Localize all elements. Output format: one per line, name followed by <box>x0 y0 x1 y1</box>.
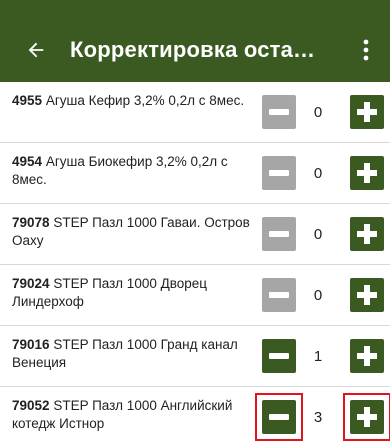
plus-icon <box>357 224 377 244</box>
decrement-button[interactable] <box>262 95 296 129</box>
list-item: 79016 STEP Пазл 1000 Гранд канал Венеция… <box>0 326 390 387</box>
increment-button[interactable] <box>350 217 384 251</box>
item-code: 79024 <box>12 276 50 291</box>
item-code: 4955 <box>12 93 43 108</box>
minus-icon <box>269 109 289 115</box>
item-label: 79078 STEP Пазл 1000 Гаваи. Остров Оаху <box>12 214 252 250</box>
increment-button[interactable] <box>350 278 384 312</box>
back-button[interactable] <box>8 18 64 82</box>
increment-button[interactable] <box>350 156 384 190</box>
overflow-menu-button[interactable] <box>348 18 384 82</box>
item-label: 79052 STEP Пазл 1000 Английский котедж И… <box>12 397 252 433</box>
quantity-value: 1 <box>313 347 323 365</box>
app-bar: Корректировка оста… <box>0 18 390 82</box>
page-title: Корректировка оста… <box>70 37 316 62</box>
quantity-value: 0 <box>313 286 323 304</box>
list-item: 79024 STEP Пазл 1000 Дворец Линдерхоф 0 <box>0 265 390 326</box>
increment-button[interactable] <box>350 339 384 373</box>
list-item: 79078 STEP Пазл 1000 Гаваи. Остров Оаху … <box>0 204 390 265</box>
list-item: 4954 Агуша Биокефир 3,2% 0,2л с 8мес. 0 <box>0 143 390 204</box>
item-label: 79016 STEP Пазл 1000 Гранд канал Венеция <box>12 336 252 372</box>
status-bar <box>0 0 390 18</box>
minus-icon <box>269 170 289 176</box>
item-code: 79016 <box>12 337 50 352</box>
plus-icon <box>357 346 377 366</box>
decrement-button[interactable] <box>262 217 296 251</box>
plus-icon <box>357 102 377 122</box>
product-list: 4955 Агуша Кефир 3,2% 0,2л с 8мес. 0 495… <box>0 82 390 447</box>
quantity-value: 3 <box>313 408 323 426</box>
list-item: 79052 STEP Пазл 1000 Английский котедж И… <box>0 387 390 447</box>
list-item: 4955 Агуша Кефир 3,2% 0,2л с 8мес. 0 <box>0 82 390 143</box>
minus-icon <box>269 353 289 359</box>
item-code: 4954 <box>12 154 43 169</box>
increment-button[interactable] <box>350 95 384 129</box>
item-code: 79078 <box>12 215 50 230</box>
item-label: 4954 Агуша Биокефир 3,2% 0,2л с 8мес. <box>12 153 252 189</box>
quantity-value: 0 <box>313 225 323 243</box>
arrow-left-icon <box>28 42 44 58</box>
plus-icon <box>357 285 377 305</box>
increment-highlight <box>343 393 390 441</box>
decrement-highlight <box>255 393 303 441</box>
item-name: Агуша Биокефир 3,2% 0,2л с 8мес. <box>12 154 228 187</box>
decrement-button[interactable] <box>262 278 296 312</box>
minus-icon <box>269 231 289 237</box>
more-vert-icon <box>363 39 369 61</box>
quantity-value: 0 <box>313 164 323 182</box>
plus-icon <box>357 163 377 183</box>
minus-icon <box>269 292 289 298</box>
decrement-button[interactable] <box>262 339 296 373</box>
item-name: Агуша Кефир 3,2% 0,2л с 8мес. <box>45 93 245 108</box>
item-label: 79024 STEP Пазл 1000 Дворец Линдерхоф <box>12 275 252 311</box>
decrement-button[interactable] <box>262 156 296 190</box>
item-code: 79052 <box>12 398 50 413</box>
item-label: 4955 Агуша Кефир 3,2% 0,2л с 8мес. <box>12 92 252 110</box>
quantity-value: 0 <box>313 103 323 121</box>
